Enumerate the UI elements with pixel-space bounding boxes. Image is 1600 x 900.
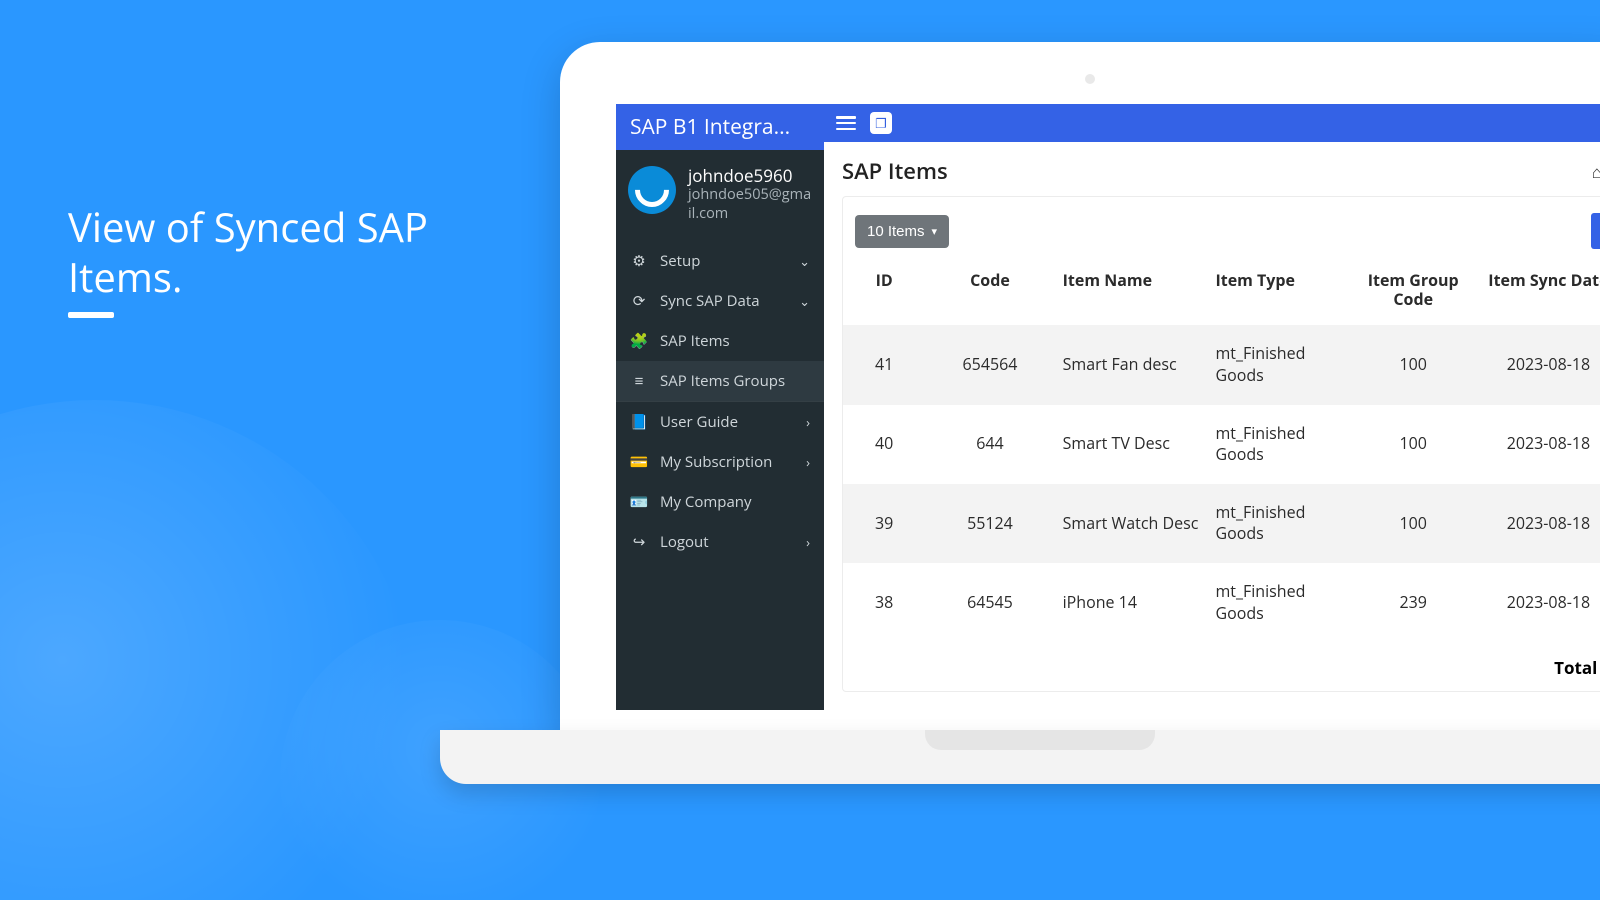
hero-rule [68, 312, 114, 318]
cell-group: 100 [1349, 484, 1478, 563]
camera-dot [1085, 74, 1095, 84]
sidebar-item-my-subscription[interactable]: 💳 My Subscription › [616, 442, 824, 482]
chevron-icon: › [806, 453, 810, 471]
sidebar-item-setup[interactable]: ⚙ Setup ⌄ [616, 241, 824, 281]
cell-type: mt_Finished Goods [1207, 563, 1348, 642]
sidebar-item-label: SAP Items [660, 331, 730, 351]
chevron-icon: › [806, 533, 810, 551]
cell-name: iPhone 14 [1055, 563, 1208, 642]
sidebar-item-label: Setup [660, 251, 700, 271]
page-size-dropdown[interactable]: 10 Items ▾ [855, 215, 949, 248]
col-name[interactable]: Item Name [1055, 261, 1208, 325]
cell-group: 100 [1349, 405, 1478, 484]
sidebar-item-label: Logout [660, 532, 709, 552]
cell-code: 55124 [925, 484, 1054, 563]
app-screen: SAP B1 Integra... johndoe5960 johndoe505… [616, 104, 1600, 710]
cell-code: 64545 [925, 563, 1054, 642]
col-code[interactable]: Code [925, 261, 1054, 325]
cell-code: 644 [925, 405, 1054, 484]
page-title: SAP Items [842, 156, 948, 186]
col-id[interactable]: ID [843, 261, 925, 325]
user-guide-icon: 📘 [630, 412, 648, 432]
cell-name: Smart TV Desc [1055, 405, 1208, 484]
avatar [628, 166, 676, 214]
my-company-icon: 🪪 [630, 492, 648, 512]
sidebar-item-sync-sap-data[interactable]: ⟳ Sync SAP Data ⌄ [616, 281, 824, 321]
sidebar-item-sap-items[interactable]: 🧩 SAP Items [616, 321, 824, 361]
sidebar-item-label: My Subscription [660, 452, 772, 472]
chevron-icon: ⌄ [799, 252, 810, 270]
col-date[interactable]: Item Sync Date [1478, 261, 1600, 325]
user-name: johndoe5960 [688, 166, 812, 186]
table-row[interactable]: 3955124Smart Watch Descmt_Finished Goods… [843, 484, 1600, 563]
cell-id: 40 [843, 405, 925, 484]
my-subscription-icon: 💳 [630, 452, 648, 472]
cell-type: mt_Finished Goods [1207, 405, 1348, 484]
device-frame: SAP B1 Integra... johndoe5960 johndoe505… [560, 42, 1600, 736]
sap-items-icon: 🧩 [630, 331, 648, 351]
sync-sap-data-icon: ⟳ [630, 291, 648, 311]
cell-id: 38 [843, 563, 925, 642]
sidebar-item-label: User Guide [660, 412, 738, 432]
sidebar-item-logout[interactable]: ↪ Logout › [616, 522, 824, 562]
cell-date: 2023-08-18 [1478, 484, 1600, 563]
page-header: SAP Items ⌂ [824, 142, 1600, 196]
cell-name: Smart Fan desc [1055, 325, 1208, 404]
table-row[interactable]: 3864545iPhone 14mt_Finished Goods2392023… [843, 563, 1600, 642]
col-group[interactable]: Item Group Code [1349, 261, 1478, 325]
main-area: ❐ SAP Items ⌂ 10 Items ▾ [824, 104, 1600, 710]
chevron-icon: › [806, 413, 810, 431]
page-size-label: 10 Items [867, 223, 925, 240]
cell-id: 41 [843, 325, 925, 404]
sidebar-item-label: SAP Items Groups [660, 371, 785, 391]
hero-title: View of Synced SAP Items. [68, 202, 488, 302]
home-icon[interactable]: ⌂ [1592, 160, 1600, 183]
total-label: Total R [843, 642, 1600, 683]
items-table: ID Code Item Name Item Type Item Group C… [843, 261, 1600, 642]
col-type[interactable]: Item Type [1207, 261, 1348, 325]
sidebar-item-my-company[interactable]: 🪪 My Company [616, 482, 824, 522]
table-row[interactable]: 41654564Smart Fan descmt_Finished Goods1… [843, 325, 1600, 404]
app-brand[interactable]: SAP B1 Integra... [616, 104, 824, 150]
chat-icon[interactable]: ❐ [870, 112, 892, 134]
user-email: johndoe505@gmail.com [688, 186, 812, 222]
sidebar-item-label: My Company [660, 492, 752, 512]
setup-icon: ⚙ [630, 251, 648, 271]
table-row[interactable]: 40644Smart TV Descmt_Finished Goods10020… [843, 405, 1600, 484]
items-panel: 10 Items ▾ ID Code [842, 196, 1600, 692]
sap-items-groups-icon: ≡ [630, 371, 648, 391]
cell-group: 100 [1349, 325, 1478, 404]
laptop-base [440, 730, 1600, 784]
user-block[interactable]: johndoe5960 johndoe505@gmail.com [616, 150, 824, 241]
table-header-row: ID Code Item Name Item Type Item Group C… [843, 261, 1600, 325]
panel-action-button[interactable] [1591, 213, 1600, 249]
sidebar: SAP B1 Integra... johndoe5960 johndoe505… [616, 104, 824, 710]
cell-group: 239 [1349, 563, 1478, 642]
sidebar-item-sap-items-groups[interactable]: ≡ SAP Items Groups [616, 361, 824, 401]
chevron-icon: ⌄ [799, 292, 810, 310]
topbar: ❐ [824, 104, 1600, 142]
hamburger-icon[interactable] [836, 116, 856, 130]
cell-type: mt_Finished Goods [1207, 325, 1348, 404]
cell-date: 2023-08-18 [1478, 405, 1600, 484]
sidebar-item-user-guide[interactable]: 📘 User Guide › [616, 402, 824, 442]
sidebar-item-label: Sync SAP Data [660, 291, 760, 311]
cell-code: 654564 [925, 325, 1054, 404]
cell-type: mt_Finished Goods [1207, 484, 1348, 563]
cell-id: 39 [843, 484, 925, 563]
cell-name: Smart Watch Desc [1055, 484, 1208, 563]
logout-icon: ↪ [630, 532, 648, 552]
chevron-down-icon: ▾ [932, 225, 938, 238]
cell-date: 2023-08-18 [1478, 563, 1600, 642]
cell-date: 2023-08-18 [1478, 325, 1600, 404]
